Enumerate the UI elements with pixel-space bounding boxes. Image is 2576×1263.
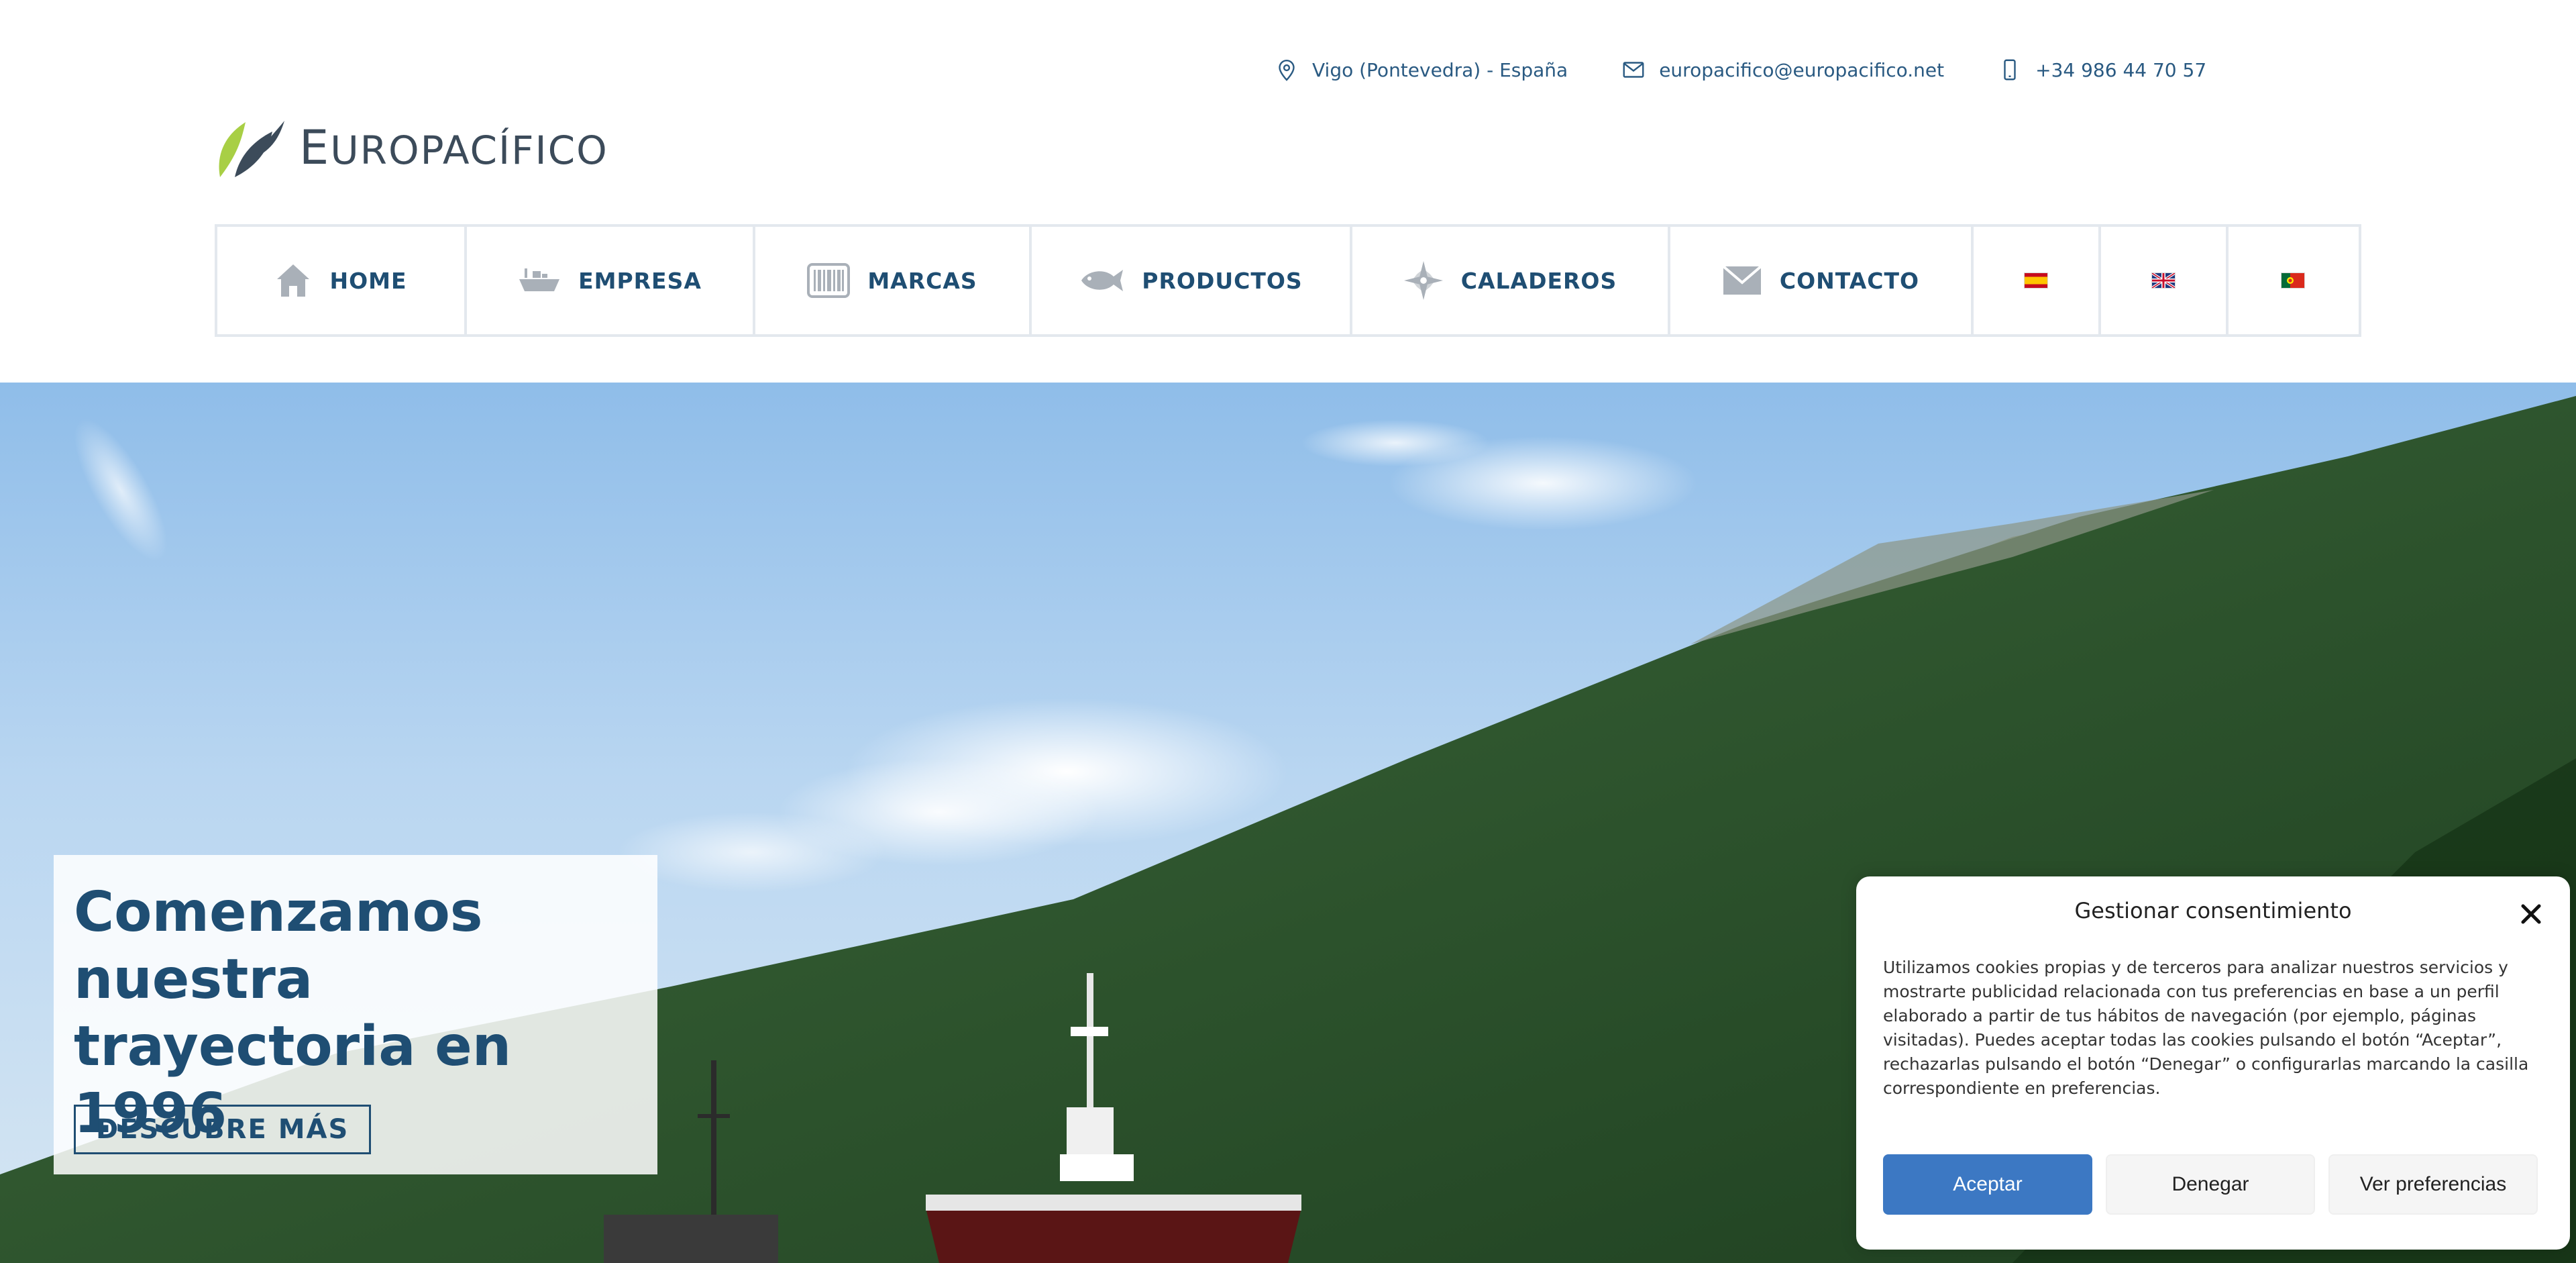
envelope-icon: [1722, 265, 1762, 295]
logo-leaves-icon: [219, 121, 284, 177]
compass-rose-icon: [1403, 261, 1443, 300]
nav-item-empresa[interactable]: EMPRESA: [467, 227, 755, 334]
nav-label-empresa: EMPRESA: [578, 267, 702, 294]
cookie-consent-banner: Gestionar consentimiento Utilizamos cook…: [1856, 876, 2570, 1250]
location-text: Vigo (Pontevedra) - España: [1312, 58, 1568, 81]
barcode-icon: [807, 263, 851, 298]
map-pin-icon: [1279, 60, 1295, 81]
nav-label-marcas: MARCAS: [867, 267, 977, 294]
home-icon: [277, 264, 310, 297]
accept-button[interactable]: Aceptar: [1883, 1154, 2092, 1215]
phone-link[interactable]: +34 986 44 70 57: [1998, 58, 2206, 82]
nav-item-contacto[interactable]: CONTACTO: [1670, 227, 1974, 334]
hero-caption: Comenzamos nuestra trayectoria en 1996 D…: [54, 855, 657, 1174]
view-preferences-button[interactable]: Ver preferencias: [2328, 1154, 2538, 1215]
flag-uk-icon: [2152, 273, 2175, 288]
mobile-phone-icon: [2004, 59, 2016, 81]
cookie-title: Gestionar consentimiento: [2074, 898, 2352, 923]
nav-label-caladeros: CALADEROS: [1460, 267, 1617, 294]
deny-button[interactable]: Denegar: [2106, 1154, 2315, 1215]
nav-item-home[interactable]: HOME: [217, 227, 467, 334]
cookie-description: Utilizamos cookies propias y de terceros…: [1883, 958, 2529, 1098]
nav-label-productos: PRODUCTOS: [1142, 267, 1303, 294]
location-info: Vigo (Pontevedra) - España: [1275, 58, 1568, 82]
email-link[interactable]: europacifico@europacifico.net: [1621, 58, 1944, 82]
flag-pt-icon: [2282, 273, 2304, 288]
site-logo[interactable]: EUROPACÍFICO: [215, 115, 608, 180]
nav-label-contacto: CONTACTO: [1779, 267, 1920, 294]
main-nav: HOME EMPRESA MARCAS PRODUCTOS CALADEROS …: [215, 224, 2361, 337]
language-pt[interactable]: [2229, 227, 2357, 334]
cookie-actions: Aceptar Denegar Ver preferencias: [1883, 1154, 2538, 1215]
flag-es-icon: [2025, 273, 2047, 288]
ship-icon: [519, 268, 560, 291]
nav-item-productos[interactable]: PRODUCTOS: [1032, 227, 1352, 334]
logo-text: EUROPACÍFICO: [299, 120, 608, 175]
close-icon[interactable]: [2519, 902, 2543, 926]
phone-text[interactable]: +34 986 44 70 57: [2035, 59, 2206, 81]
language-es[interactable]: [1974, 227, 2101, 334]
nav-item-caladeros[interactable]: CALADEROS: [1352, 227, 1670, 334]
language-en[interactable]: [2101, 227, 2229, 334]
contact-bar: Vigo (Pontevedra) - España europacifico@…: [1275, 55, 2206, 85]
nav-label-home: HOME: [329, 267, 407, 294]
email-text[interactable]: europacifico@europacifico.net: [1659, 59, 1944, 81]
mail-icon: [1623, 62, 1644, 78]
discover-more-button[interactable]: DESCUBRE MÁS: [74, 1105, 372, 1154]
nav-item-marcas[interactable]: MARCAS: [755, 227, 1032, 334]
fish-icon: [1081, 270, 1124, 291]
